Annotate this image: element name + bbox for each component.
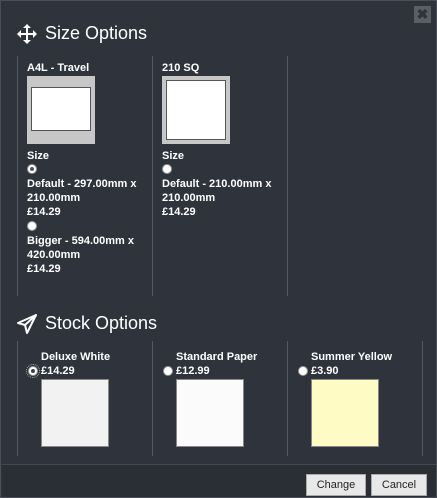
size-option-price: £14.29 xyxy=(27,263,61,275)
stock-price: £3.90 xyxy=(311,365,339,377)
size-option-desc: Bigger - 594.00mm x xyxy=(27,235,134,247)
stock-swatch[interactable] xyxy=(311,379,379,447)
size-option-desc-line2: 420.00mm xyxy=(27,249,81,261)
size-option-desc: Default - 297.00mm x xyxy=(27,178,137,190)
size-option: Bigger - 594.00mm x 420.00mm £14.29 xyxy=(27,221,153,276)
stock-price: £14.29 xyxy=(41,365,75,377)
size-option-price: £14.29 xyxy=(162,206,196,218)
size-options-heading: Size Options xyxy=(17,23,147,44)
stock-swatch[interactable] xyxy=(41,379,109,447)
stock-radio[interactable] xyxy=(298,366,308,376)
stock-options-heading: Stock Options xyxy=(17,313,157,334)
size-option-desc-line2: 210.00mm xyxy=(27,192,81,204)
size-option: Default - 210.00mm x 210.00mm £14.29 xyxy=(162,164,288,219)
product-name: 210 SQ xyxy=(162,62,200,74)
product-name: A4L - Travel xyxy=(27,62,90,74)
stock-option-standard-paper: Standard Paper £12.99 xyxy=(152,341,288,456)
stock-radio[interactable] xyxy=(26,364,40,378)
column-divider xyxy=(422,341,423,456)
cancel-button[interactable]: Cancel xyxy=(371,474,427,496)
size-option-price: £14.29 xyxy=(27,206,61,218)
size-label: Size xyxy=(162,150,185,162)
dialog-footer: Change Cancel xyxy=(2,464,436,497)
stock-radio[interactable] xyxy=(163,366,173,376)
stock-options-title: Stock Options xyxy=(45,313,158,333)
column-divider xyxy=(287,56,288,296)
stock-option-deluxe-white: Deluxe White £14.29 xyxy=(17,341,153,456)
paper-plane-icon xyxy=(17,313,37,334)
size-options-dialog: ✖ Size Options A4L - Travel Size Default… xyxy=(0,0,437,498)
stock-price: £12.99 xyxy=(176,365,210,377)
size-label: Size xyxy=(27,150,50,162)
size-option-desc-line2: 210.00mm xyxy=(162,192,216,204)
close-button[interactable]: ✖ xyxy=(414,6,431,23)
size-options-title: Size Options xyxy=(45,23,148,43)
size-option-desc: Default - 210.00mm x xyxy=(162,178,272,190)
stock-swatch[interactable] xyxy=(176,379,244,447)
size-option: Default - 297.00mm x 210.00mm £14.29 xyxy=(27,164,153,219)
stock-name: Standard Paper xyxy=(176,351,258,363)
size-product-a4l-travel: A4L - Travel Size Default - 297.00mm x 2… xyxy=(17,56,153,296)
size-product-210-sq: 210 SQ Size Default - 210.00mm x 210.00m… xyxy=(152,56,288,296)
stock-name: Deluxe White xyxy=(41,351,111,363)
stock-name: Summer Yellow xyxy=(311,351,393,363)
product-thumbnail[interactable] xyxy=(162,76,230,144)
size-radio-bigger[interactable] xyxy=(27,221,37,231)
move-arrows-icon xyxy=(17,23,37,44)
product-thumbnail[interactable] xyxy=(27,76,95,144)
change-button[interactable]: Change xyxy=(306,474,366,496)
stock-option-summer-yellow: Summer Yellow £3.90 xyxy=(287,341,423,456)
size-radio-default[interactable] xyxy=(27,164,37,174)
size-radio-default[interactable] xyxy=(162,164,172,174)
